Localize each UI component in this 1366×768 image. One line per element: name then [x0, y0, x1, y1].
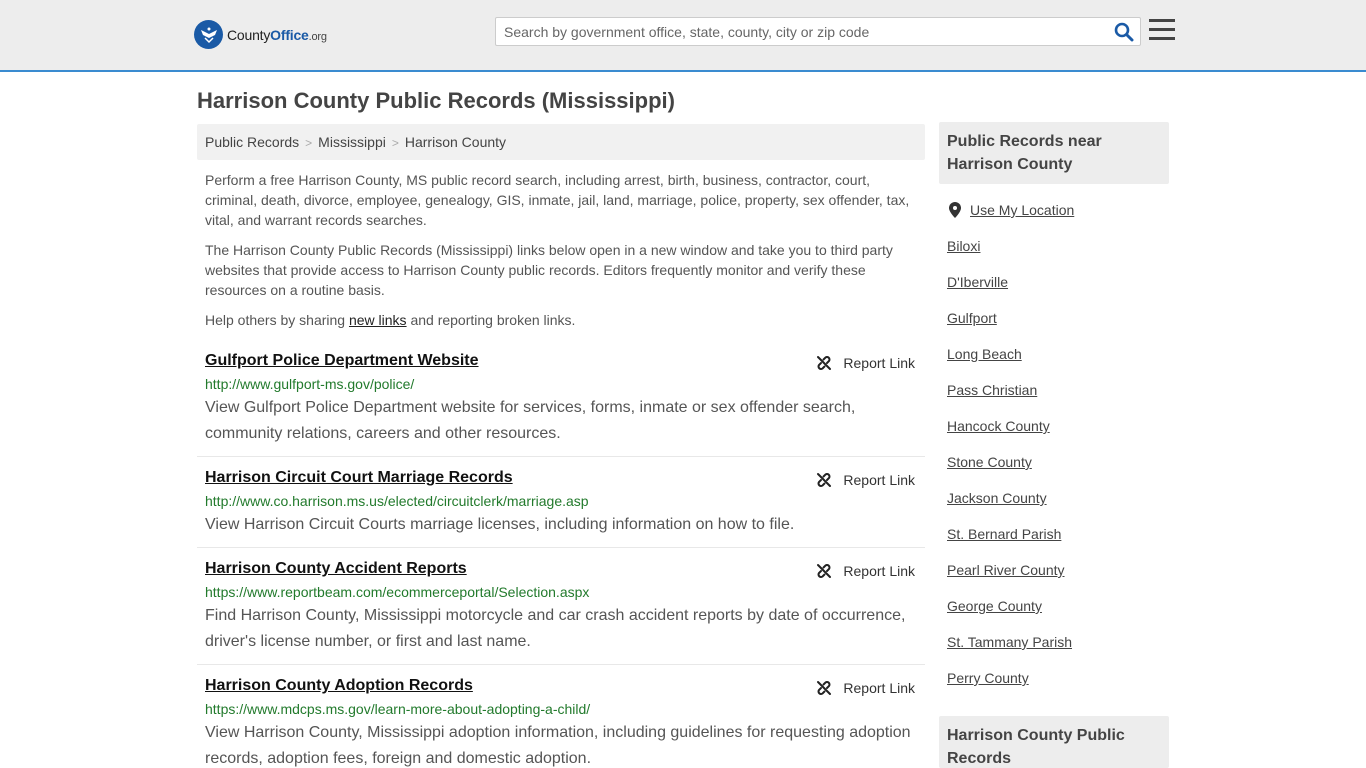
record-item: Harrison County Accident Reports Report …: [197, 555, 925, 665]
broken-link-icon: [817, 473, 832, 487]
report-link-button[interactable]: Report Link: [816, 680, 915, 696]
sidebar-link-gulfport[interactable]: Gulfport: [947, 310, 997, 326]
sidebar-link-st-tammany-parish[interactable]: St. Tammany Parish: [947, 634, 1072, 650]
sidebar-link-pass-christian[interactable]: Pass Christian: [947, 382, 1037, 398]
sidebar-link-hancock-county[interactable]: Hancock County: [947, 418, 1050, 434]
breadcrumb-separator-icon: >: [391, 136, 399, 150]
disclaimer-paragraph: The Harrison County Public Records (Miss…: [205, 242, 893, 298]
record-title-link[interactable]: Harrison County Adoption Records: [205, 677, 473, 695]
top-bar: CountyOffice.org: [0, 0, 1366, 72]
breadcrumb-item-county[interactable]: Harrison County: [405, 134, 506, 150]
sidebar-link-jackson-county[interactable]: Jackson County: [947, 490, 1047, 506]
sidebar-link-diberville[interactable]: D'Iberville: [947, 274, 1008, 290]
report-link-button[interactable]: Report Link: [816, 563, 915, 579]
map-pin-icon: [949, 202, 961, 218]
record-description: View Harrison County, Mississippi adopti…: [205, 724, 911, 767]
logo-text: CountyOffice.org: [227, 26, 327, 43]
breadcrumb: Public Records > Mississippi > Harrison Coun…: [197, 124, 925, 160]
record-url[interactable]: http://www.gulfport-ms.gov/police/: [205, 376, 917, 392]
search-icon: [1114, 22, 1134, 42]
search-box: [495, 17, 1141, 46]
sidebar-link-st-bernard-parish[interactable]: St. Bernard Parish: [947, 526, 1061, 542]
sidebar-link-stone-county[interactable]: Stone County: [947, 454, 1032, 470]
record-url[interactable]: https://www.reportbeam.com/ecommerceport…: [205, 584, 917, 600]
new-links-link[interactable]: new links: [349, 312, 407, 328]
sidebar-link-george-county[interactable]: George County: [947, 598, 1042, 614]
sidebar-heading-county-records: Harrison County Public Records: [939, 716, 1169, 768]
record-url[interactable]: https://www.mdcps.ms.gov/learn-more-abou…: [205, 701, 917, 717]
record-item: Harrison County Adoption Records Report …: [197, 672, 925, 768]
broken-link-icon: [817, 564, 832, 578]
intro-paragraph: Perform a free Harrison County, MS publi…: [205, 172, 910, 228]
record-item: Gulfport Police Department Website Repor…: [197, 347, 925, 457]
sidebar-heading-nearby: Public Records near Harrison County: [939, 122, 1169, 184]
sidebar-link-perry-county[interactable]: Perry County: [947, 670, 1029, 686]
broken-link-icon: [817, 681, 832, 695]
logo-emblem-icon: [194, 20, 223, 49]
site-logo[interactable]: CountyOffice.org: [194, 20, 327, 49]
breadcrumb-item-state[interactable]: Mississippi: [318, 134, 386, 150]
record-title-link[interactable]: Harrison County Accident Reports: [205, 560, 467, 578]
record-description: View Gulfport Police Department website …: [205, 399, 856, 442]
report-link-button[interactable]: Report Link: [816, 355, 915, 371]
share-paragraph: Help others by sharing new links and rep…: [205, 312, 576, 328]
record-title-link[interactable]: Harrison Circuit Court Marriage Records: [205, 469, 513, 487]
sidebar-link-biloxi[interactable]: Biloxi: [947, 238, 980, 254]
sidebar-link-pearl-river-county[interactable]: Pearl River County: [947, 562, 1065, 578]
hamburger-menu-icon[interactable]: [1149, 19, 1175, 43]
page-title: Harrison County Public Records (Mississi…: [197, 88, 675, 113]
record-item: Harrison Circuit Court Marriage Records …: [197, 464, 925, 548]
record-title-link[interactable]: Gulfport Police Department Website: [205, 352, 479, 370]
use-my-location-button[interactable]: Use My Location: [949, 202, 1074, 218]
breadcrumb-item-public-records[interactable]: Public Records: [205, 134, 299, 150]
search-button[interactable]: [1114, 22, 1134, 42]
breadcrumb-separator-icon: >: [305, 136, 313, 150]
record-description: Find Harrison County, Mississippi motorc…: [205, 607, 906, 650]
search-input[interactable]: [496, 18, 1096, 45]
record-url[interactable]: http://www.co.harrison.ms.us/elected/cir…: [205, 493, 917, 509]
record-description: View Harrison Circuit Courts marriage li…: [205, 516, 795, 533]
report-link-button[interactable]: Report Link: [816, 472, 915, 488]
broken-link-icon: [817, 356, 832, 370]
sidebar-link-long-beach[interactable]: Long Beach: [947, 346, 1022, 362]
